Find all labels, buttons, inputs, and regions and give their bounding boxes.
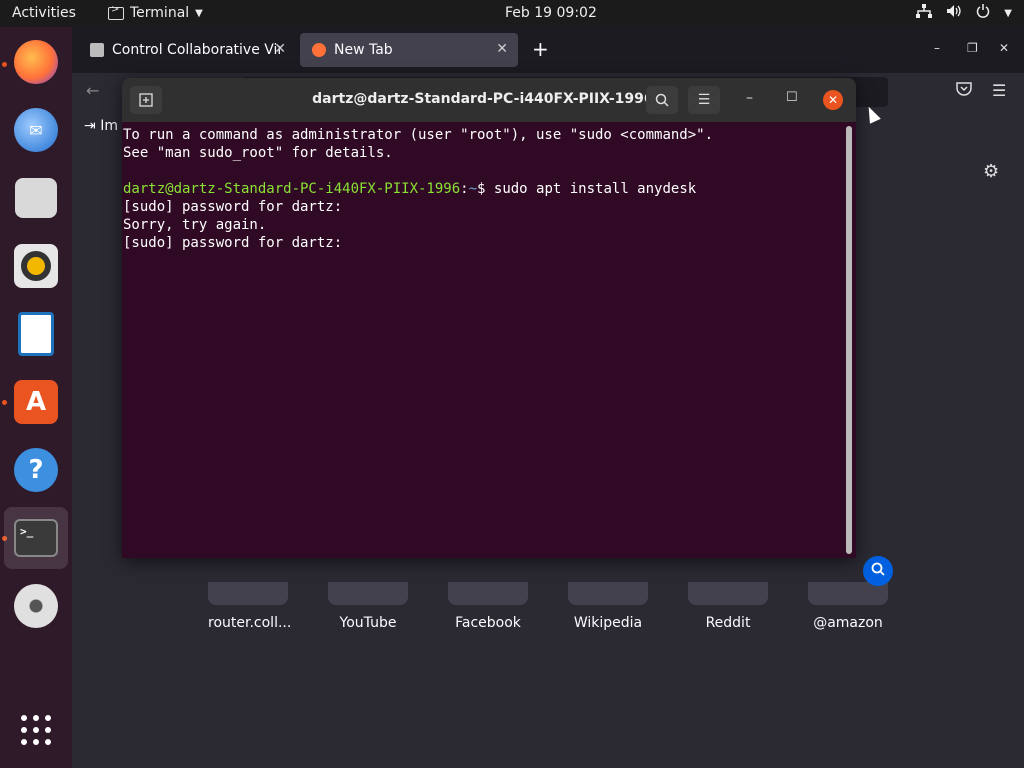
pocket-icon[interactable] (956, 82, 972, 101)
close-window-button[interactable]: ✕ (999, 41, 1009, 55)
clock[interactable]: Feb 19 09:02 (505, 5, 597, 21)
dock-item-help[interactable]: ? (4, 439, 68, 501)
app-menu-label: Terminal (130, 5, 190, 21)
volume-icon[interactable] (946, 4, 962, 22)
network-icon[interactable] (916, 4, 933, 22)
output-line: [sudo] password for dartz: (123, 235, 343, 251)
shortcut-label: Reddit (705, 615, 751, 631)
hamburger-menu-button[interactable]: ☰ (688, 86, 720, 114)
dock-item-files[interactable] (4, 167, 68, 229)
shortcut-reddit[interactable]: Reddit (688, 582, 768, 631)
writer-icon (18, 312, 54, 356)
dvd-icon (14, 584, 58, 628)
shortcut-facebook[interactable]: Facebook (448, 582, 528, 631)
firefox-icon (14, 40, 58, 84)
back-button[interactable]: ← (86, 81, 99, 100)
thunderbird-icon: ✉ (14, 108, 58, 152)
prompt-command: $ sudo apt install anydesk (477, 181, 697, 197)
menu-icon[interactable]: ☰ (992, 81, 1006, 100)
tab-label: New Tab (334, 42, 393, 58)
dock-item-terminal[interactable]: >_ (4, 507, 68, 569)
shortcut-wikipedia[interactable]: Wikipedia (568, 582, 648, 631)
activities-button[interactable]: Activities (12, 5, 76, 21)
scrollbar[interactable] (846, 126, 852, 554)
terminal-header-bar[interactable]: dartz@dartz-Standard-PC-i440FX-PIIX-1996… (122, 78, 856, 122)
import-icon: ⇥ (84, 118, 96, 134)
close-icon[interactable]: ✕ (496, 41, 508, 57)
help-icon: ? (14, 448, 58, 492)
search-shortcut-button[interactable] (863, 556, 893, 586)
firefox-icon (312, 43, 326, 57)
system-tray[interactable]: ▼ (916, 4, 1012, 22)
dock-item-dvd[interactable] (4, 575, 68, 637)
bookmark-import-item[interactable]: ⇥ Im (84, 118, 118, 134)
shortcut-label: @amazon (813, 615, 883, 631)
top-bar: Activities Terminal ▼ Feb 19 09:02 ▼ (0, 0, 1024, 27)
minimize-button[interactable]: – (934, 41, 940, 55)
shortcut-router[interactable]: router.coll... (208, 582, 292, 631)
dock-item-rhythmbox[interactable] (4, 235, 68, 297)
terminal-window[interactable]: dartz@dartz-Standard-PC-i440FX-PIIX-1996… (122, 78, 856, 558)
gear-icon[interactable]: ⚙ (983, 161, 999, 182)
software-icon: A (14, 380, 58, 424)
prompt-line: dartz@dartz-Standard-PC-i440FX-PIIX-1996… (123, 180, 844, 198)
shortcut-label: Facebook (455, 615, 521, 631)
search-icon (871, 562, 885, 580)
top-sites: router.coll... YouTube Facebook Wikipedi… (200, 582, 900, 642)
rhythmbox-icon (14, 244, 58, 288)
tab-new-tab[interactable]: New Tab ✕ (300, 33, 518, 67)
prompt-separator: : (460, 181, 469, 197)
shortcut-label: Wikipedia (573, 615, 643, 631)
dock-item-firefox[interactable] (4, 31, 68, 93)
app-menu[interactable]: Terminal ▼ (108, 4, 203, 21)
dock-item-writer[interactable] (4, 303, 68, 365)
shortcut-amazon[interactable]: @amazon (808, 582, 888, 631)
tab-favicon-icon (90, 43, 104, 57)
dock: ✉ A ? >_ (0, 27, 72, 768)
new-tab-button[interactable]: + (532, 37, 549, 61)
prompt-user: dartz@dartz-Standard-PC-i440FX-PIIX-1996 (123, 181, 461, 197)
search-button[interactable] (646, 86, 678, 114)
power-icon[interactable] (976, 4, 990, 22)
output-line: See "man sudo_root" for details. (123, 145, 393, 161)
chevron-down-icon[interactable]: ▼ (1004, 8, 1012, 19)
maximize-button[interactable]: ☐ (786, 90, 798, 105)
tab-strip: Control Collaborative Vir ✕ New Tab ✕ + … (72, 27, 1024, 73)
tab-control-collaborative[interactable]: Control Collaborative Vir ✕ (78, 33, 296, 67)
restore-button[interactable]: ❐ (967, 41, 978, 55)
terminal-icon (108, 4, 124, 20)
dock-item-thunderbird[interactable]: ✉ (4, 99, 68, 161)
shortcut-label: router.coll... (208, 615, 292, 631)
shortcut-label: YouTube (339, 615, 397, 631)
output-line: Sorry, try again. (123, 217, 267, 233)
shortcut-youtube[interactable]: YouTube (328, 582, 408, 631)
show-applications-button[interactable] (4, 701, 68, 763)
tab-label: Control Collaborative Vir (112, 42, 282, 58)
dock-item-software[interactable]: A (4, 371, 68, 433)
files-icon (15, 178, 57, 218)
output-line: [sudo] password for dartz: (123, 199, 343, 215)
bookmark-label: Im (100, 118, 118, 134)
minimize-button[interactable]: – (746, 90, 753, 106)
prompt-path: ~ (468, 181, 478, 197)
output-line: To run a command as administrator (user … (123, 127, 714, 143)
chevron-down-icon: ▼ (195, 7, 203, 19)
close-button[interactable]: ✕ (823, 90, 843, 110)
terminal-output[interactable]: To run a command as administrator (user … (122, 126, 844, 252)
close-icon[interactable]: ✕ (274, 41, 286, 57)
app-grid-icon (20, 714, 52, 750)
terminal-icon: >_ (14, 519, 58, 557)
